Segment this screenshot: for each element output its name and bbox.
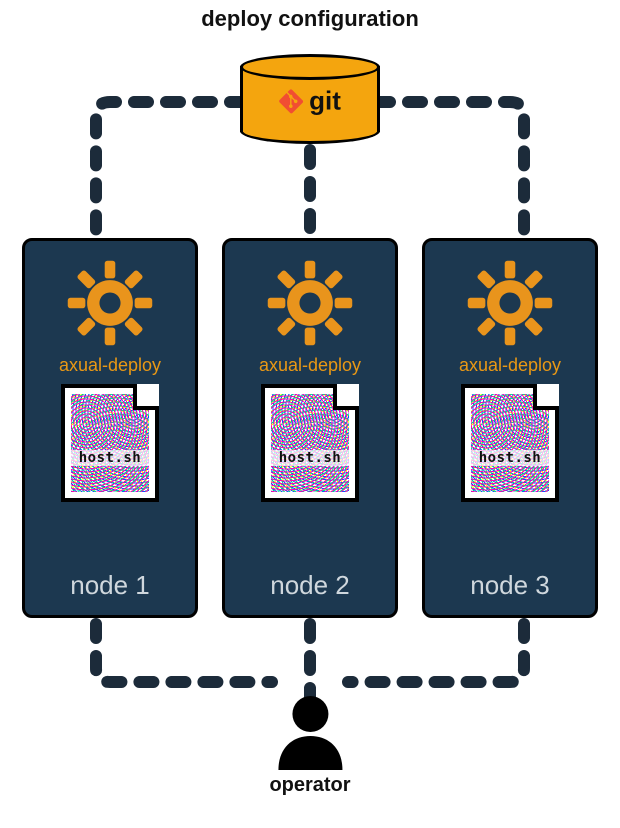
git-icon [279, 89, 303, 113]
file-name: host.sh [465, 450, 555, 466]
git-repository: git [240, 54, 380, 144]
file-name: host.sh [265, 450, 355, 466]
gear-icon [466, 259, 554, 347]
host-script-file: host.sh [261, 384, 359, 502]
deploy-tool-label: axual-deploy [459, 355, 561, 376]
node-3: axual-deploy host.sh node 3 [422, 238, 598, 618]
host-script-file: host.sh [461, 384, 559, 502]
host-script-file: host.sh [61, 384, 159, 502]
deploy-tool-label: axual-deploy [59, 355, 161, 376]
node-title: node 1 [70, 570, 150, 601]
gear-icon [66, 259, 154, 347]
node-2: axual-deploy host.sh node 2 [222, 238, 398, 618]
git-label: git [309, 85, 341, 116]
file-name: host.sh [65, 450, 155, 466]
node-title: node 3 [470, 570, 550, 601]
operator-label: operator [269, 774, 350, 797]
nodes-row: axual-deploy host.sh node 1 axual-deploy… [0, 238, 620, 618]
node-title: node 2 [270, 570, 350, 601]
deploy-tool-label: axual-deploy [259, 355, 361, 376]
gear-icon [266, 259, 354, 347]
operator: operator [269, 694, 350, 797]
person-icon [274, 694, 346, 770]
node-1: axual-deploy host.sh node 1 [22, 238, 198, 618]
